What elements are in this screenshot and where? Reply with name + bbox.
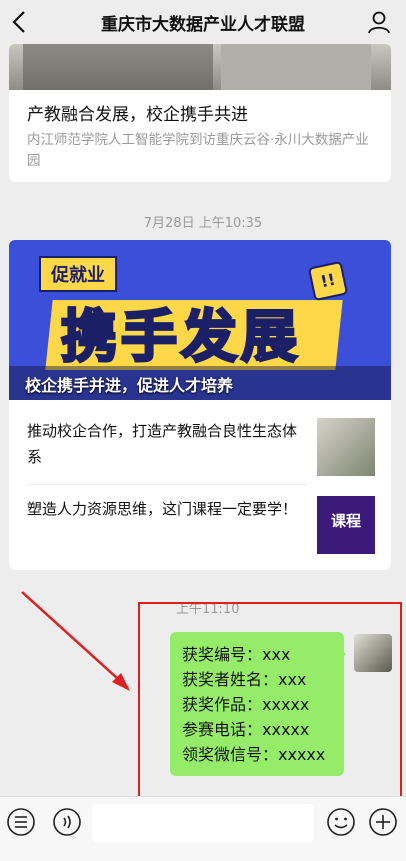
highlight-box bbox=[138, 602, 402, 798]
article-card[interactable]: 产教融合发展，校企携手共进 内江师范学院人工智能学院到访重庆云谷·永川大数据产业… bbox=[9, 44, 391, 182]
exclamation-icon: !! bbox=[307, 260, 349, 302]
banner-headline: 携手发展 bbox=[60, 304, 301, 372]
voice-icon[interactable] bbox=[52, 807, 82, 837]
input-bar bbox=[0, 796, 406, 861]
emoji-icon[interactable] bbox=[326, 807, 356, 837]
article-image bbox=[9, 44, 391, 90]
article-title: 产教融合发展，校企携手共进 bbox=[27, 105, 248, 125]
banner-caption: 校企携手并进，促进人才培养 bbox=[25, 376, 234, 395]
profile-icon[interactable] bbox=[366, 9, 392, 35]
red-arrow-annotation bbox=[21, 591, 130, 691]
article-subtitle: 内江师范学院人工智能学院到访重庆云谷·永川大数据产业园 bbox=[27, 132, 369, 169]
menu-list-icon[interactable] bbox=[6, 807, 36, 837]
message-input[interactable] bbox=[92, 804, 314, 842]
article-thumbnail: 课程 bbox=[317, 496, 375, 554]
article-thumbnail bbox=[317, 418, 375, 476]
top-bar: 重庆市大数据产业人才联盟 bbox=[0, 0, 406, 44]
article-item-title: 塑造人力资源思维，这门课程一定要学！ bbox=[27, 500, 298, 518]
plus-icon[interactable] bbox=[368, 807, 398, 837]
chat-title: 重庆市大数据产业人才联盟 bbox=[101, 14, 305, 35]
article-item-title: 推动校企合作，打造产教融合良性生态体系 bbox=[27, 422, 298, 466]
back-arrow-icon[interactable] bbox=[8, 8, 32, 36]
divider bbox=[27, 484, 307, 485]
banner-image[interactable]: 促就业 携手发展 !! 校企携手并进，促进人才培养 bbox=[9, 240, 391, 400]
timestamp: 7月28日 上午10:35 bbox=[143, 216, 263, 231]
multi-article-card[interactable]: 促就业 携手发展 !! 校企携手并进，促进人才培养 推动校企合作，打造产教融合良… bbox=[9, 240, 391, 570]
banner-tag: 促就业 bbox=[39, 256, 117, 292]
